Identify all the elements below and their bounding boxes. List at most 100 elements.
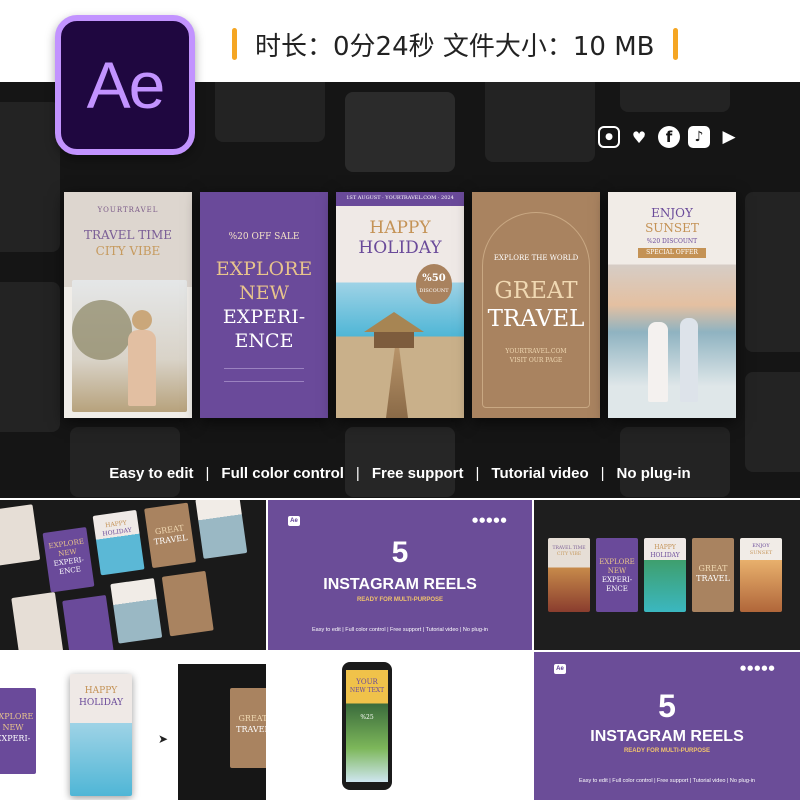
social-icons: ● ♥ f ♪ ▶ (598, 126, 740, 148)
story-card-enjoy-sunset: ENJOY SUNSET %20 DISCOUNT SPECIAL OFFER (608, 192, 736, 418)
thumb-animation-frame: EXPLORE NEW EXPERI- HAPPY HOLIDAY ➤ GREA… (0, 652, 266, 800)
bg-card (620, 82, 730, 112)
feature-tutorial-video: Tutorial video (491, 465, 589, 482)
card-sale: %20 OFF SALE (228, 232, 300, 242)
mini-label: HOLIDAY (78, 698, 124, 708)
mini-label: ENCE (606, 585, 628, 593)
phone-badge: %25 (360, 714, 374, 721)
mini-label: TRAVEL (696, 574, 730, 583)
mini-label: NEW (607, 567, 627, 575)
reels-subtitle: READY FOR MULTI-PURPOSE (356, 597, 444, 603)
mini-label: HOLIDAY (650, 552, 680, 559)
reels-features: Easy to edit | Full color control | Free… (312, 627, 488, 633)
card-line1: ENJOY (651, 206, 693, 220)
mini-sunset (195, 500, 248, 559)
phone-screen: YOUR NEW TEXT %25 (346, 670, 388, 782)
mini-explore: EXPLORE NEW EXPERI- ENCE (596, 538, 638, 612)
mini-explore: EXPLORE NEW EXPERI- ENCE (42, 526, 95, 593)
mini-explore: EXPLORE NEW EXPERI- (0, 688, 36, 774)
story-card-travel-time: YOURTRAVEL TRAVEL TIME CITY VIBE (64, 192, 192, 418)
bg-card (485, 82, 595, 162)
bg-card (0, 282, 60, 432)
bg-card (620, 427, 730, 497)
thumb-reels-title-2: Ae ●●●●● 5 INSTAGRAM REELS READY FOR MUL… (534, 652, 800, 800)
card-line1: EXPLORE (215, 258, 313, 280)
instagram-icon: ● (598, 126, 620, 148)
badge-label: DISCOUNT (419, 288, 449, 294)
after-effects-logo: Ae (55, 15, 195, 155)
reels-title: INSTAGRAM REELS (323, 576, 477, 593)
mini-label: HAPPY (654, 544, 676, 551)
tag-text: SPECIAL OFFER (646, 249, 698, 256)
mini-label: SUNSET (749, 550, 773, 556)
card-line2: CITY VIBE (95, 244, 161, 258)
card-foot2: VISIT OUR PAGE (509, 357, 563, 364)
phone-frame: YOUR NEW TEXT %25 (342, 662, 392, 790)
feature-free-support: Free support (371, 465, 464, 482)
mini-great: GREAT TRAVEL (230, 688, 266, 768)
reels-title: INSTAGRAM REELS (590, 728, 744, 745)
thumb-reels-title: Ae ●●●●● 5 INSTAGRAM REELS READY FOR MUL… (268, 500, 532, 650)
bg-card (0, 102, 60, 252)
bg-card (345, 92, 455, 172)
card-line2: TRAVEL (487, 306, 585, 332)
card-brand: YOURTRAVEL (97, 206, 159, 214)
mini-sunset (110, 578, 163, 644)
discount-badge: %50 DISCOUNT (416, 264, 452, 304)
photo-woman-camera (72, 280, 187, 412)
bg-card (215, 82, 325, 142)
thumb-phone-mockup: YOUR NEW TEXT %25 (268, 652, 532, 800)
card-line2: SUNSET (645, 221, 699, 235)
mini-label: EXPERI- (601, 576, 633, 584)
feature-color-control: Full color control (221, 465, 344, 482)
mini-label: GREAT (698, 564, 728, 573)
feature-list: Easy to edit | Full color control | Free sup… (109, 465, 691, 482)
file-meta: 时长：0分24秒 文件大小：10 MB (232, 24, 678, 64)
mini-sunset: ENJOY SUNSET (740, 538, 782, 612)
facebook-icon: f (658, 126, 680, 148)
feature-no-plugin: No plug-in (616, 465, 691, 482)
card-line1: HAPPY (369, 218, 431, 238)
mini-travel (11, 591, 64, 650)
mini-label: TRAVEL TIME (552, 546, 586, 551)
duration-filesize-text: 时长：0分24秒 文件大小：10 MB (255, 31, 655, 62)
card-foot1: YOURTRAVEL.COM (505, 348, 567, 355)
card-line1: TRAVEL TIME (83, 228, 173, 242)
couple-groom (680, 318, 698, 402)
mini-label: EXPLORE (0, 712, 34, 721)
ae-badge-mini: Ae (288, 516, 300, 526)
mini-label: NEW (2, 723, 24, 732)
mini-great (161, 570, 214, 637)
card-line3: EXPERI- (222, 306, 306, 328)
mini-label: EXPLORE (599, 558, 635, 566)
couple-bride (648, 322, 668, 402)
shorts-icon: ● (500, 516, 508, 524)
mini-travel (0, 504, 41, 566)
story-card-explore: %20 OFF SALE EXPLORE NEW EXPERI- ENCE (200, 192, 328, 418)
bg-card (745, 192, 800, 352)
ae-logo-text: Ae (86, 48, 166, 122)
tilted-grid: EXPLORE NEW EXPERI- ENCE HAPPY HOLIDAY G… (0, 500, 266, 650)
shorts-icon: ● (768, 664, 776, 672)
mini-explore (62, 594, 115, 650)
shorts-icon: ▶ (722, 127, 736, 147)
mini-holiday: HAPPY HOLIDAY (644, 538, 686, 612)
reels-number: 5 (658, 688, 676, 724)
bg-card (345, 427, 455, 497)
special-offer-tag: SPECIAL OFFER (638, 248, 706, 258)
card-small: %20 DISCOUNT (646, 238, 698, 245)
mini-label: TRAVEL (236, 725, 266, 734)
decor-lines (224, 368, 304, 382)
ae-badge-mini: Ae (554, 664, 566, 674)
phone-text: NEW TEXT (349, 687, 385, 694)
card-top-text: 1ST AUGUST · YOURTRAVEL.COM · 2024 (346, 195, 454, 201)
mini-label: ENJOY (752, 543, 770, 549)
mini-label: HAPPY (84, 686, 118, 696)
cursor-icon: ➤ (158, 732, 169, 746)
bg-card (745, 372, 800, 472)
reels-number: 5 (391, 536, 409, 569)
card-line2: NEW (238, 282, 290, 304)
mini-label: CITY VIBE (556, 552, 582, 557)
mini-holiday: HAPPY HOLIDAY (70, 674, 132, 796)
reels-subtitle: READY FOR MULTI-PURPOSE (623, 748, 711, 754)
